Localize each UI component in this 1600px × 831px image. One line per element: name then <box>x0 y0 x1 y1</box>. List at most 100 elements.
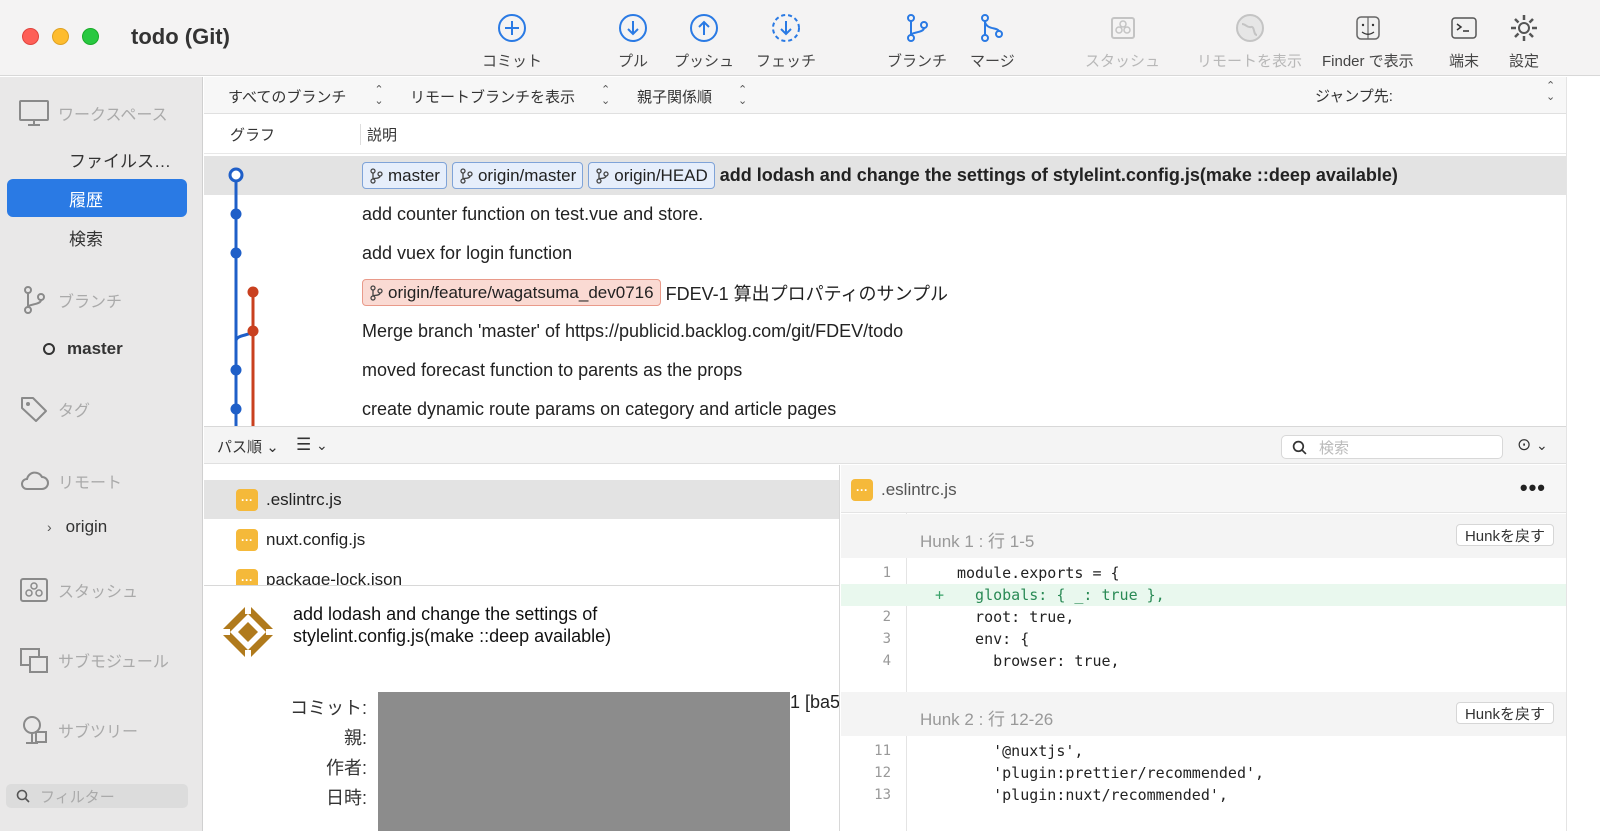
file-row[interactable]: ··· .eslintrc.js <box>204 480 839 519</box>
commit-node <box>247 286 259 298</box>
commit-graph <box>228 167 259 426</box>
branch-tag[interactable]: origin/master <box>451 162 584 189</box>
file-row[interactable]: ··· package-lock.json <box>204 560 839 585</box>
commit-message: FDEV-1 算出プロパティのサンプル <box>665 283 948 304</box>
sidebar-section-workspace[interactable]: ワークスペース <box>18 97 168 129</box>
pull-label: プル <box>617 53 648 70</box>
stash-button[interactable]: スタッシュ <box>1085 12 1160 71</box>
search-icon <box>16 789 30 803</box>
branch-filter-select[interactable]: すべてのブランチ ⌃ ⌄ <box>228 85 384 107</box>
commit-node <box>230 208 242 220</box>
branch-tag[interactable]: master <box>362 162 447 189</box>
sidebar-item-remote-origin[interactable]: › origin <box>7 508 187 546</box>
branch-button[interactable]: ブランチ <box>887 12 947 71</box>
file-list-toolbar: パス順 ⌄ ☰ ⌄ 検索 ⊙ ⌄ <box>204 426 1566 464</box>
finder-button[interactable]: Finder で表示 <box>1322 12 1414 71</box>
hunk-header: Hunk 2 : 行 12-26 Hunkを戻す <box>841 692 1566 736</box>
commit-button[interactable]: コミット <box>482 12 542 71</box>
gear-icon <box>1511 15 1537 41</box>
branch-icon <box>907 14 928 42</box>
sidebar-item-branch-master[interactable]: master <box>7 330 187 368</box>
sidebar-section-stashes[interactable]: スタッシュ <box>18 574 138 606</box>
branch-icon <box>596 167 609 184</box>
sort-order-select[interactable]: パス順 ⌄ <box>217 436 279 457</box>
right-scroll-area <box>1566 77 1600 831</box>
sidebar-section-submodules[interactable]: サブモジュール <box>18 644 169 676</box>
branch-icon <box>24 286 45 314</box>
revert-hunk-button[interactable]: Hunkを戻す <box>1455 524 1554 546</box>
remote-branch-select[interactable]: リモートブランチを表示 ⌃ ⌄ <box>410 85 610 107</box>
diff-sign: + <box>935 586 945 604</box>
order-value: 親子関係順 <box>637 88 713 106</box>
revert-hunk-button[interactable]: Hunkを戻す <box>1455 702 1554 724</box>
tag-icon <box>21 397 47 422</box>
sidebar-filter-input[interactable]: フィルター <box>6 784 188 808</box>
hunk-header: Hunk 1 : 行 1-5 Hunkを戻す <box>841 514 1566 558</box>
search-icon <box>1292 440 1307 455</box>
terminal-button[interactable]: 端末 <box>1448 12 1480 71</box>
updown-chevron-icon: ⌃ ⌄ <box>374 84 384 107</box>
zoom-window-button[interactable] <box>82 28 99 45</box>
jump-to-chevron[interactable]: ⌃ ⌄ <box>1546 81 1555 103</box>
order-select[interactable]: 親子関係順 ⌃ ⌄ <box>637 85 747 107</box>
branch-icon <box>370 284 383 301</box>
sidebar-remotes-label: リモート <box>58 475 123 492</box>
code-text: root: true, <box>957 608 1075 626</box>
sidebar-item-file-status[interactable]: ファイルス… <box>7 140 187 178</box>
toolbar: todo (Git) コミット プル プッシュ フェッチ ブランチ マージ スタ… <box>0 0 1600 76</box>
sidebar-item-label: master <box>67 339 123 358</box>
code-line: 12 'plugin:prettier/recommended', <box>841 762 1566 784</box>
pull-button[interactable]: プル <box>617 12 649 71</box>
commit-row[interactable]: origin/feature/wagatsuma_dev0716 FDEV-1 … <box>204 273 1566 312</box>
code-line: 2 root: true, <box>841 606 1566 628</box>
merge-button[interactable]: マージ <box>970 12 1015 71</box>
history-filter-bar: すべてのブランチ ⌃ ⌄ リモートブランチを表示 ⌃ ⌄ 親子関係順 ⌃ ⌄ ジャンプ… <box>204 77 1600 114</box>
modified-file-icon: ··· <box>851 479 873 501</box>
sidebar-item-search[interactable]: 検索 <box>7 218 187 256</box>
diff-file-name: .eslintrc.js <box>881 480 957 499</box>
commit-row[interactable]: create dynamic route params on category … <box>204 390 1566 426</box>
commit-row[interactable]: Merge branch 'master' of https://publici… <box>204 312 1566 351</box>
commit-row[interactable]: add counter function on test.vue and sto… <box>204 195 1566 234</box>
sidebar-section-remotes[interactable]: リモート <box>18 465 122 497</box>
chevron-down-icon: ⌄ <box>266 439 279 456</box>
more-icon[interactable]: ••• <box>1520 475 1546 501</box>
sidebar-section-branches[interactable]: ブランチ <box>18 284 122 316</box>
redacted-block <box>378 692 790 831</box>
terminal-label: 端末 <box>1448 53 1479 70</box>
minimize-window-button[interactable] <box>52 28 69 45</box>
commit-description: master origin/master origin/HEAD add lod… <box>362 162 1398 189</box>
push-button[interactable]: プッシュ <box>674 12 734 71</box>
chevron-right-icon: › <box>47 519 52 535</box>
list-icon: ☰ <box>296 435 312 454</box>
commit-row[interactable]: add vuex for login function <box>204 234 1566 273</box>
column-header-description[interactable]: 説明 <box>360 124 397 145</box>
view-mode-select[interactable]: ☰ ⌄ <box>296 435 328 455</box>
settings-button[interactable]: 設定 <box>1508 12 1540 71</box>
history-column-headers: グラフ 説明 <box>204 114 1600 154</box>
updown-chevron-icon: ⌃ ⌄ <box>601 84 611 107</box>
author-label: 作者: <box>325 758 367 778</box>
app-window: todo (Git) コミット プル プッシュ フェッチ ブランチ マージ スタ… <box>0 0 1600 831</box>
close-window-button[interactable] <box>22 28 39 45</box>
branch-tag[interactable]: origin/HEAD <box>588 162 715 189</box>
column-header-graph[interactable]: グラフ <box>230 124 275 145</box>
branch-tag-label: origin/feature/wagatsuma_dev0716 <box>388 282 654 302</box>
file-search-input[interactable]: 検索 <box>1281 435 1503 459</box>
commit-row[interactable]: master origin/master origin/HEAD add lod… <box>204 156 1566 195</box>
commit-message: add vuex for login function <box>362 243 573 263</box>
file-row[interactable]: ··· nuxt.config.js <box>204 520 839 559</box>
branch-tag[interactable]: origin/feature/wagatsuma_dev0716 <box>362 279 661 306</box>
branch-tag-label: origin/HEAD <box>614 165 708 185</box>
more-options-button[interactable]: ⊙ ⌄ <box>1517 435 1548 455</box>
commit-row[interactable]: moved forecast function to parents as th… <box>204 351 1566 390</box>
sidebar-section-tags[interactable]: タグ <box>18 393 90 425</box>
fetch-button[interactable]: フェッチ <box>756 12 816 71</box>
show-remote-button[interactable]: リモートを表示 <box>1197 12 1302 71</box>
jump-to-select[interactable]: ジャンプ先: <box>1315 85 1393 106</box>
sidebar-section-subtrees[interactable]: サブツリー <box>18 714 138 746</box>
line-number: 4 <box>882 653 891 669</box>
settings-label: 設定 <box>1508 53 1539 70</box>
sidebar-item-history[interactable]: 履歴 <box>7 179 187 217</box>
branch-tag-label: origin/master <box>477 165 577 185</box>
